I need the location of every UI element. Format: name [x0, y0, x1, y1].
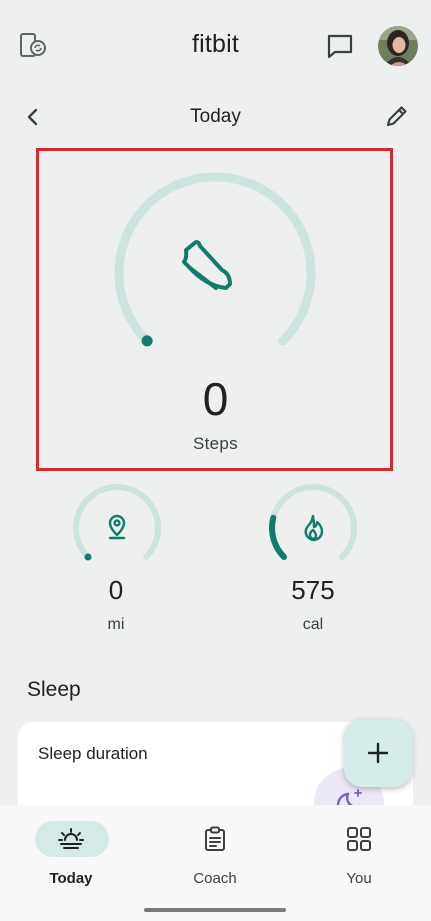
grid-icon	[345, 825, 373, 853]
clipboard-icon	[201, 825, 229, 853]
pencil-icon[interactable]	[383, 102, 411, 130]
calories-ring[interactable]	[267, 482, 359, 574]
distance-ring[interactable]	[71, 482, 163, 574]
app-bar: fitbit	[0, 0, 431, 92]
distance-value: 0	[108, 575, 124, 605]
sleep-card-title: Sleep duration	[38, 744, 148, 763]
home-indicator[interactable]	[144, 908, 286, 912]
calories-unit: cal	[302, 616, 324, 633]
nav-item-coach[interactable]: Coach	[155, 819, 275, 899]
avatar[interactable]	[378, 26, 418, 66]
distance-unit: mi	[107, 616, 125, 633]
plus-icon	[367, 742, 389, 764]
calories-ring-progress	[269, 514, 288, 560]
nav-label-today: Today	[49, 870, 93, 887]
app-title: fitbit	[191, 30, 240, 58]
date-label: Today	[190, 106, 241, 127]
bottom-navigation: Today Coach You	[0, 805, 431, 921]
nav-item-today[interactable]: Today	[11, 819, 131, 899]
calories-value: 575	[291, 575, 335, 605]
nav-item-you[interactable]: You	[299, 819, 419, 899]
location-pin-icon	[108, 514, 126, 540]
chat-bubble-icon[interactable]	[324, 30, 356, 62]
nav-label-you: You	[346, 870, 372, 887]
add-button[interactable]	[344, 719, 412, 787]
flame-icon	[304, 514, 324, 542]
nav-label-coach: Coach	[193, 870, 237, 887]
distance-ring-track	[73, 484, 161, 560]
distance-ring-marker	[84, 553, 92, 561]
sleep-section-title: Sleep	[27, 678, 81, 701]
fitbit-today-screen: fitbit Today 0 Steps 0 mi 575 cal Sleep …	[0, 0, 431, 921]
date-navigation: Today	[0, 96, 431, 140]
highlight-box	[36, 148, 393, 471]
sunrise-icon	[57, 825, 85, 853]
